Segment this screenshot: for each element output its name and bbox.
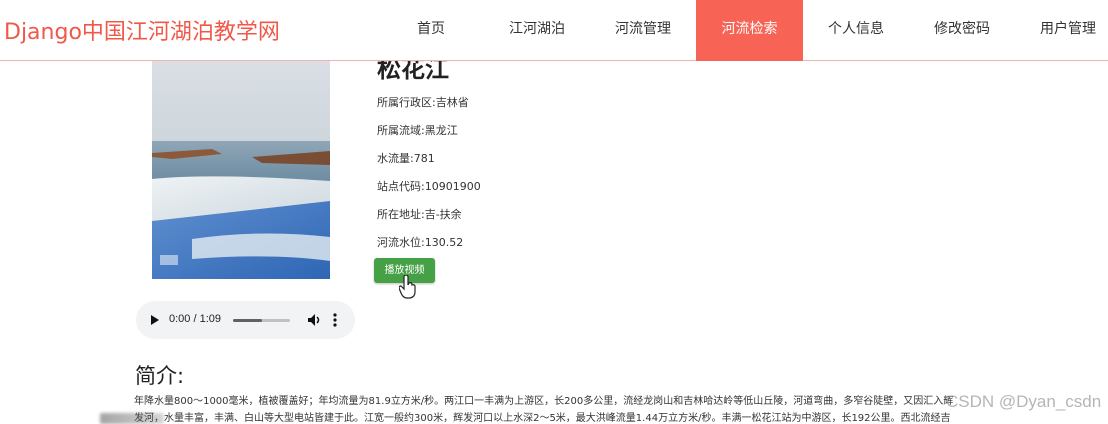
watermark-text: CSDN @Dyan_csdn — [946, 392, 1102, 411]
volume-icon[interactable] — [307, 313, 321, 327]
river-photo-graphic — [152, 61, 330, 279]
field-water-level: 河流水位:130.52 — [377, 236, 464, 249]
field-flow: 水流量:781 — [377, 152, 435, 165]
play-icon[interactable] — [150, 314, 160, 326]
nav-personal-info[interactable]: 个人信息 — [814, 0, 898, 61]
site-brand[interactable]: Django中国江河湖泊教学网 — [4, 14, 280, 46]
field-station-code: 站点代码:10901900 — [377, 180, 481, 193]
field-admin-region: 所属行政区:吉林省 — [377, 96, 469, 109]
audio-player[interactable]: 0:00 / 1:09 — [136, 301, 355, 339]
hand-cursor-icon — [399, 275, 416, 299]
main-content: 松花江 所属行政区:吉林省 所属流域:黑龙江 水流量:781 站点代码:1090… — [0, 61, 1108, 424]
top-navbar: Django中国江河湖泊教学网 首页 江河湖泊 河流管理 河流检索 个人信息 修… — [0, 0, 1108, 61]
nav-user-management[interactable]: 用户管理 — [1026, 0, 1108, 61]
audio-progress-track[interactable] — [233, 319, 290, 322]
nav-river-management[interactable]: 河流管理 — [601, 0, 685, 61]
blurred-logo-mark — [100, 413, 164, 424]
nav-rivers-lakes[interactable]: 江河湖泊 — [496, 0, 578, 61]
intro-heading: 简介: — [135, 364, 185, 388]
nav-change-password[interactable]: 修改密码 — [920, 0, 1004, 61]
nav-river-search[interactable]: 河流检索 — [696, 0, 803, 61]
intro-line-1: 年降水量800～1000毫米，植被覆盖好；年均流量为81.9立方米/秒。两江口一… — [134, 396, 954, 407]
nav-home[interactable]: 首页 — [397, 0, 465, 61]
field-basin: 所属流域:黑龙江 — [377, 124, 458, 137]
more-options-icon[interactable] — [332, 312, 338, 328]
field-address: 所在地址:吉-扶余 — [377, 208, 462, 221]
river-image — [152, 61, 330, 279]
audio-time: 0:00 / 1:09 — [169, 313, 221, 325]
river-name: 松花江 — [377, 61, 449, 83]
intro-line-2: 发河，水量丰富，丰满、白山等大型电站皆建于此。江宽一般约300米，辉发河口以上水… — [134, 413, 951, 424]
audio-progress-fill — [233, 319, 262, 322]
